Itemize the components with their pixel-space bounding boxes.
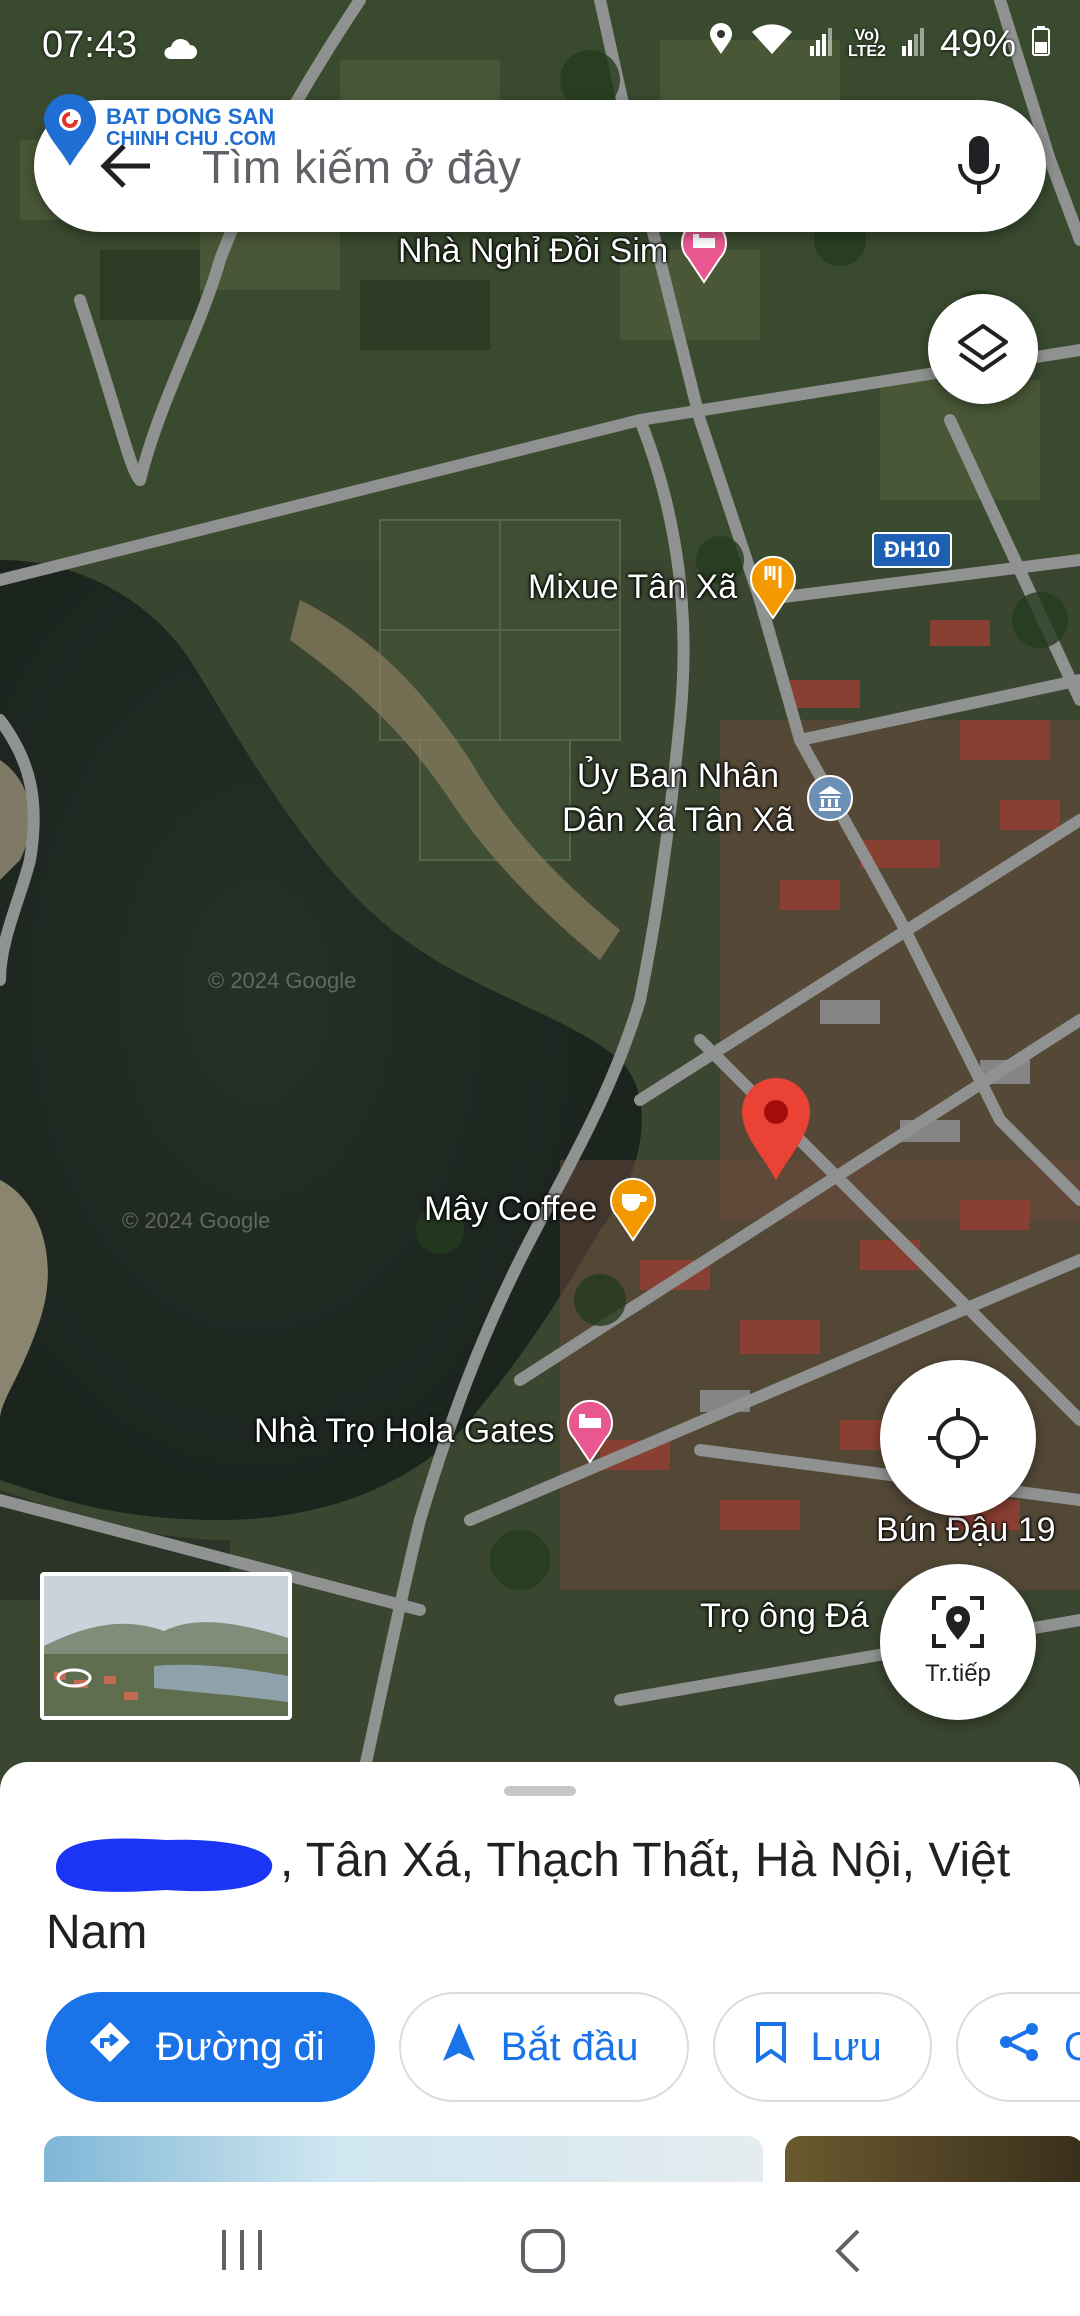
road-shield: ĐH10 [872,532,953,568]
battery-icon [1032,23,1050,66]
signal-icon [901,23,924,66]
system-navigation-bar [0,2182,1080,2316]
directions-icon [88,2020,132,2074]
location-icon [708,22,734,66]
poi-restaurant[interactable]: Mixue Tân Xã [528,554,799,620]
poi-label: Mây Coffee [424,1190,598,1228]
street-view-thumbnail[interactable] [40,1572,292,1720]
crosshair-icon [926,1406,990,1475]
place-photo[interactable] [44,2136,763,2182]
start-label: Bắt đầu [500,2024,639,2069]
place-photo[interactable] [784,2136,1080,2182]
map-watermark: © 2024 Google [122,1208,271,1233]
logo-pin-icon [44,94,96,166]
drag-handle[interactable] [504,1786,576,1796]
bookmark-icon [755,2021,787,2073]
action-chips: Đường đi Bắt đầu Lưu C [46,1992,1080,2102]
cafe-pin-icon [607,1176,659,1242]
start-button[interactable]: Bắt đầu [398,1992,689,2102]
layers-button[interactable] [928,294,1038,404]
recent-apps-icon[interactable] [218,2228,266,2277]
share-icon [998,2021,1040,2073]
layers-icon [956,322,1010,381]
microphone-icon[interactable] [954,134,1004,198]
battery-percent: 49% [939,22,1016,65]
selected-location-pin-icon[interactable] [736,1074,816,1182]
my-location-button[interactable] [880,1360,1036,1516]
watermark-logo: BAT DONG SAN CHINH CHU .COM [40,92,320,168]
logo-line2: CHINH CHU .COM [106,128,276,150]
navigation-arrow-icon [441,2021,477,2073]
poi-label: Mixue Tân Xã [528,568,738,606]
redaction-scribble [46,1828,280,1898]
wifi-icon [750,22,794,66]
map-watermark: © 2024 Google [208,968,357,993]
directions-button[interactable]: Đường đi [46,1992,375,2102]
save-label: Lưu [810,2024,882,2069]
status-time: 07:43 [42,24,138,66]
satellite-map[interactable]: © 2024 Google © 2024 Google ĐH10 Nhà Ngh… [0,0,1080,1790]
poi-government[interactable]: Ủy Ban Nhân Dân Xã Tân Xã [562,754,856,842]
start-navigation-button[interactable]: Tr.tiếp [880,1564,1036,1720]
poi-cafe[interactable]: Mây Coffee [424,1176,659,1242]
back-icon[interactable] [832,2228,862,2279]
hotel-pin-icon [564,1398,616,1464]
volte-indicator: Vo) LTE2 [848,27,886,60]
share-button[interactable]: C [955,1992,1080,2102]
home-icon[interactable] [520,2228,566,2279]
poi-label: Nhà Trọ Hola Gates [254,1412,555,1450]
poi-label-item[interactable]: Trọ ông Đá [700,1594,869,1638]
restaurant-pin-icon [747,554,799,620]
navigation-pin-icon [928,1592,988,1657]
building-pin-icon [804,772,856,824]
poi-label: Nhà Nghỉ Đồi Sim [398,232,669,270]
poi-hotel[interactable]: Nhà Trọ Hola Gates [254,1398,616,1464]
signal-icon [810,23,832,66]
place-address: , Tân Xá, Thạch Thất, Hà Nội, Việt Nam [46,1826,1046,1968]
save-button[interactable]: Lưu [712,1992,932,2102]
logo-line1: BAT DONG SAN [106,104,275,129]
photo-strip [44,2136,1080,2182]
cloud-icon [160,30,198,73]
share-label: C [1063,2024,1080,2069]
start-navigation-label: Tr.tiếp [925,1660,991,1687]
poi-label: Trọ ông Đá [700,1597,869,1635]
status-bar: 07:43 Vo) LTE2 49% [0,0,1080,90]
directions-label: Đường đi [156,2024,325,2069]
place-bottom-sheet[interactable]: , Tân Xá, Thạch Thất, Hà Nội, Việt Nam Đ… [0,1762,1080,2182]
poi-label: Ủy Ban Nhân Dân Xã Tân Xã [562,757,794,839]
